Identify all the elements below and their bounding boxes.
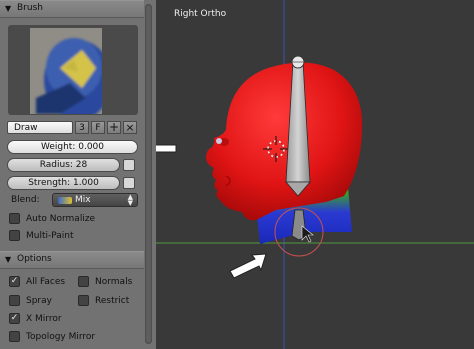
collapse-triangle-icon[interactable]: ▼: [5, 4, 11, 13]
normals-checkbox[interactable]: [78, 276, 89, 287]
strength-slider[interactable]: Strength: 1.000: [7, 176, 120, 190]
strength-pressure-icon[interactable]: [123, 177, 135, 189]
panel-scrollbar[interactable]: [145, 4, 152, 344]
spray-checkbox[interactable]: [9, 295, 20, 306]
blend-mode-select[interactable]: Mix ▲ ▼: [52, 193, 138, 207]
select-arrows-icon: ▲ ▼: [127, 193, 133, 207]
restrict-checkbox[interactable]: [78, 295, 89, 306]
plus-icon: +: [108, 120, 120, 134]
topology-mirror-label: Topology Mirror: [26, 332, 96, 342]
blend-mode-icon: [58, 197, 72, 204]
auto-normalize-checkbox[interactable]: [9, 213, 20, 224]
remove-brush-button[interactable]: ×: [123, 121, 137, 134]
checkmark-icon: ✓: [10, 313, 19, 323]
normals-label: Normals: [95, 277, 133, 287]
arrow-annotation-weight: [156, 144, 177, 153]
checkmark-icon: ✓: [10, 276, 19, 286]
restrict-label: Restrict: [95, 296, 130, 306]
x-icon: ×: [125, 121, 135, 134]
spray-label: Spray: [26, 296, 52, 306]
viewport-scene: [156, 0, 474, 349]
arrow-annotation-brush: [229, 253, 267, 279]
fake-user-button[interactable]: F: [91, 121, 105, 134]
radius-pressure-icon[interactable]: [123, 159, 135, 171]
multi-paint-label: Multi-Paint: [26, 231, 74, 241]
brush-preview[interactable]: [30, 28, 112, 120]
topology-mirror-checkbox[interactable]: [9, 331, 20, 342]
brush-users-count: 3: [75, 121, 89, 134]
brush-preview-image: [30, 28, 112, 120]
multi-paint-checkbox[interactable]: [9, 230, 20, 241]
3d-viewport[interactable]: Right Ortho: [156, 0, 474, 349]
options-panel-title: Options: [17, 254, 52, 264]
auto-normalize-label: Auto Normalize: [26, 214, 96, 224]
brush-panel-header[interactable]: ▼ Brush: [0, 0, 144, 18]
weight-slider[interactable]: Weight: 0.000: [7, 140, 138, 154]
brush-panel-title: Brush: [17, 3, 43, 13]
add-brush-button[interactable]: +: [107, 121, 121, 134]
eye-highlight: [216, 138, 222, 144]
blend-label: Blend:: [11, 195, 40, 205]
all-faces-checkbox[interactable]: ✓: [9, 276, 20, 287]
all-faces-label: All Faces: [26, 277, 66, 287]
head-mesh: [206, 62, 363, 221]
tool-panel: ▼ Brush Draw 3 F + × Weight: 0.000 Radiu…: [0, 0, 156, 349]
x-mirror-label: X Mirror: [26, 314, 62, 324]
brush-name-field[interactable]: Draw: [7, 121, 73, 134]
x-mirror-checkbox[interactable]: ✓: [9, 313, 20, 324]
radius-slider[interactable]: Radius: 28: [7, 158, 120, 172]
collapse-triangle-icon[interactable]: ▼: [5, 255, 11, 264]
blend-mode-value: Mix: [75, 195, 91, 205]
options-panel-header[interactable]: ▼ Options: [0, 251, 144, 269]
